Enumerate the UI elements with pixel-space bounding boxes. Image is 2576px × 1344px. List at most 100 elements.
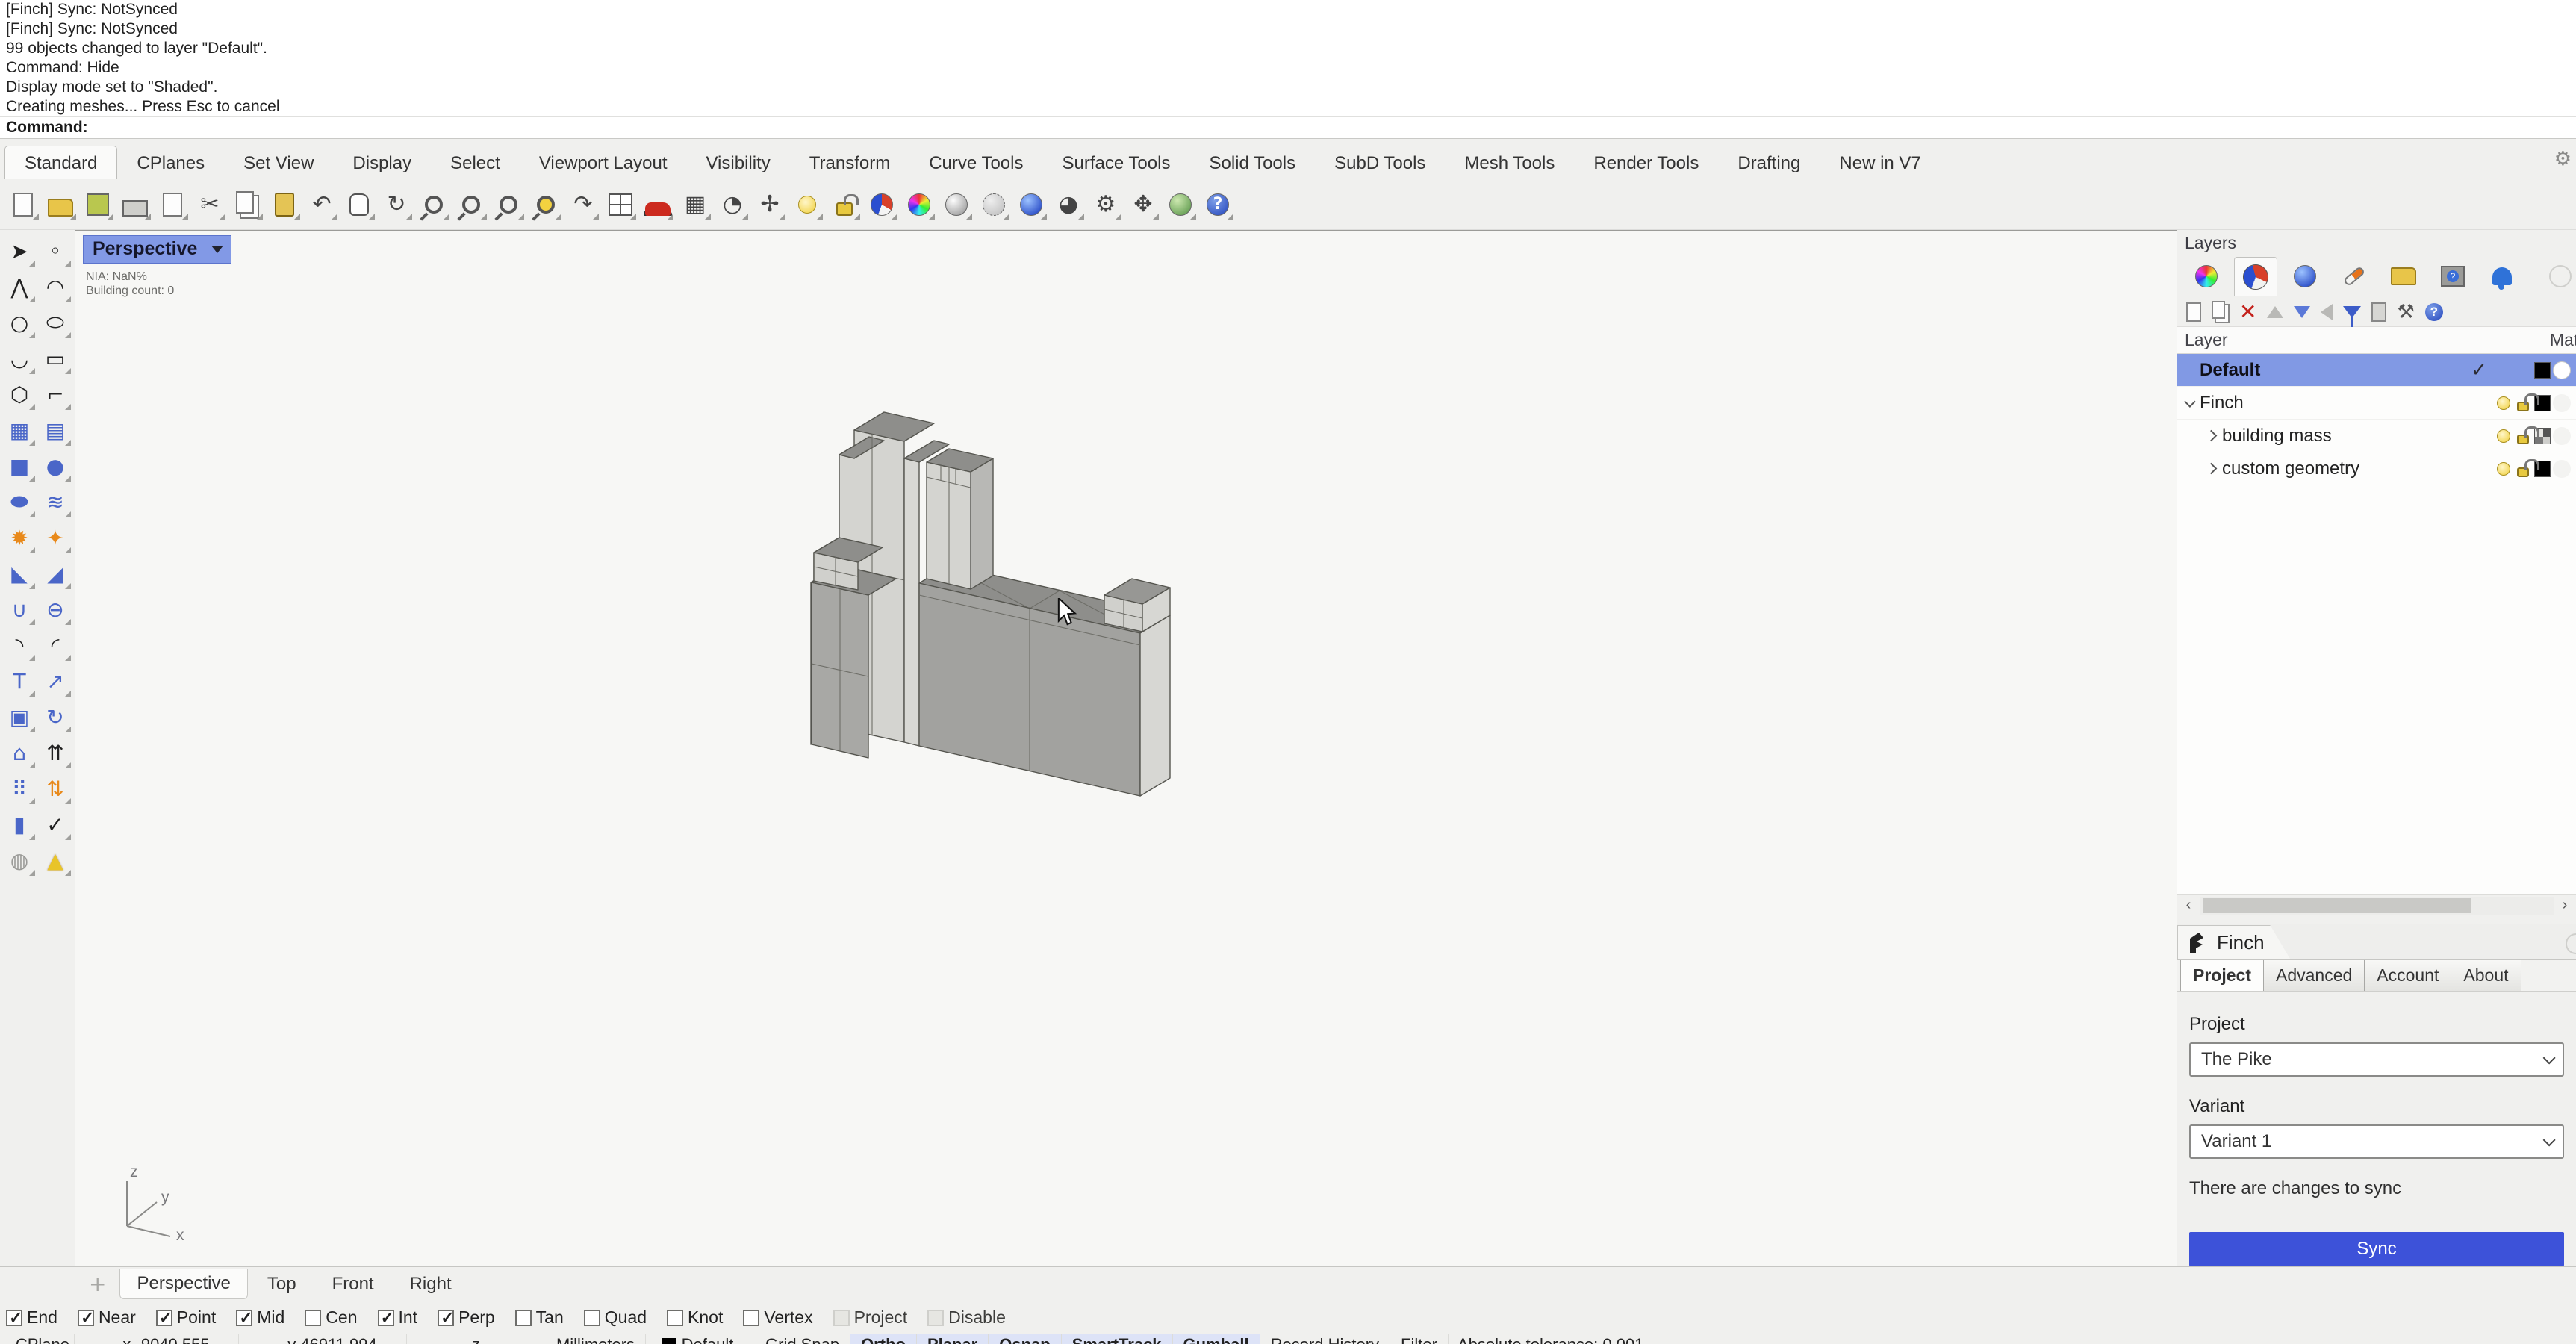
sphere-icon[interactable]: ● [37,448,73,484]
layer-row[interactable]: custom geometry [2177,452,2576,485]
osnap-toggle[interactable]: Perp [438,1307,495,1328]
osnap-checkbox[interactable] [438,1310,454,1326]
osnap-checkbox[interactable] [6,1310,22,1326]
move-left-icon[interactable] [2321,304,2333,320]
move-icon[interactable]: ↗ [37,663,73,699]
paste-page-icon[interactable] [154,186,191,223]
save-icon[interactable] [79,186,116,223]
viewport-tab[interactable]: Perspective [119,1269,247,1299]
move-down-icon[interactable] [2294,306,2310,318]
explode-icon[interactable]: ✦ [37,520,73,556]
display-color-wheel-icon[interactable] [2185,257,2228,296]
osnap-toggle[interactable]: Knot [667,1307,723,1328]
gears-icon[interactable]: ⚙ [1087,186,1124,223]
solid-house-icon[interactable]: ⌂ [1,735,37,771]
viewport-tab[interactable]: Right [393,1269,468,1299]
toolbar-tab[interactable]: Surface Tools [1042,146,1189,179]
array-linear-icon[interactable]: ⇅ [37,771,73,806]
zoom-dynamic-icon[interactable] [415,186,452,223]
status-cell[interactable]: z [407,1334,526,1344]
osnap-toggle[interactable]: Point [156,1307,216,1328]
rotate-icon[interactable]: ↻ [37,699,73,735]
layer-lock-icon[interactable] [2513,395,2533,411]
deform-surface-icon[interactable]: ≋ [37,484,73,520]
help-sphere-icon[interactable]: ? [1199,186,1236,223]
osnap-toggle[interactable]: Mid [236,1307,284,1328]
toolbar-tab[interactable]: Display [333,146,431,179]
status-cell[interactable]: Default [646,1334,750,1344]
pyramid-icon[interactable]: ▲ [37,842,73,878]
scroll-right-arrow[interactable]: › [2554,897,2576,914]
layer-material-swatch[interactable] [2552,460,2572,478]
status-toggle[interactable]: Grid Snap [755,1334,850,1344]
command-prompt[interactable]: Command: [0,116,2576,137]
toolbar-tab[interactable]: New in V7 [1820,146,1940,179]
osnap-checkbox[interactable] [833,1310,850,1326]
status-cell[interactable]: CPlane [0,1334,75,1344]
osnap-toggle[interactable]: Vertex [743,1307,812,1328]
finch-settings-gear-icon[interactable] [2566,933,2576,954]
rounded-corner-icon[interactable]: ⌐ [37,376,73,412]
osnap-checkbox[interactable] [584,1310,600,1326]
gray-sphere-icon[interactable] [938,186,975,223]
layer-cake-icon[interactable]: ◕ [1050,186,1087,223]
notifications-bell-icon[interactable] [2480,257,2524,296]
fillet-edge-icon[interactable]: ◣ [1,556,37,591]
osnap-toggle[interactable]: Disable [927,1307,1006,1328]
add-viewport-icon[interactable]: + [78,1272,116,1296]
surface-grid-icon[interactable]: ▦ [1,412,37,448]
blue-sphere-icon[interactable] [1012,186,1050,223]
undo-view-icon[interactable]: ↷ [564,186,602,223]
layer-expander[interactable] [2200,460,2222,477]
gear-icon[interactable]: ⚙ [2554,148,2572,170]
viewport-tab[interactable]: Top [251,1269,313,1299]
array-icon[interactable]: ⠿ [1,771,37,806]
orient-icon[interactable]: ▮ [1,806,37,842]
layer-visibility-bulb-icon[interactable] [2494,429,2513,443]
toolbar-tab[interactable]: CPlanes [117,146,224,179]
layer-visibility-bulb-icon[interactable] [2494,462,2513,476]
gear-star-icon[interactable]: ✹ [1,520,37,556]
chamfer-edge-icon[interactable]: ◢ [37,556,73,591]
zoom-extents-icon[interactable] [527,186,564,223]
building-model[interactable] [792,411,1315,934]
layer-visibility-bulb-icon[interactable] [2494,396,2513,410]
red-car-icon[interactable] [639,186,676,223]
ghosted-sphere-icon[interactable] [975,186,1012,223]
calligraphy-pen-icon[interactable] [2333,257,2376,296]
folder-icon[interactable] [2382,257,2425,296]
lock-icon[interactable] [826,186,863,223]
status-cell[interactable]: Millimeters [526,1334,646,1344]
toolbar-tab[interactable]: Select [431,146,520,179]
earth-icon[interactable] [1162,186,1199,223]
gumball-axes-icon[interactable]: ✥ [1124,186,1162,223]
open-folder-icon[interactable] [42,186,79,223]
layers-cake-icon[interactable] [2234,257,2277,296]
cut-scissors-icon[interactable]: ✂ [191,186,228,223]
layer-material-swatch[interactable] [2552,394,2572,412]
osnap-toggle[interactable]: Near [78,1307,136,1328]
status-toggle[interactable]: Ortho [850,1334,917,1344]
osnap-toggle[interactable]: Quad [584,1307,647,1328]
filter-funnel-icon[interactable] [2343,306,2361,318]
delete-layer-icon[interactable]: ✕ [2239,299,2256,324]
print-icon[interactable] [116,186,154,223]
toolbar-tab[interactable]: Transform [790,146,909,179]
finch-panel-tab[interactable]: Finch [2177,925,2291,959]
finch-subtab[interactable]: Advanced [2263,959,2365,991]
layer-expander[interactable] [2177,394,2200,411]
toolbar-tab[interactable]: Render Tools [1574,146,1718,179]
osnap-checkbox[interactable] [515,1310,532,1326]
scroll-left-arrow[interactable]: ‹ [2177,897,2200,914]
curve-through-points-icon[interactable]: ◠ [37,269,73,305]
status-cell[interactable]: x -9040.555 [75,1334,239,1344]
layer-color-swatch[interactable] [2533,362,2552,379]
viewport-tab[interactable]: Front [316,1269,391,1299]
extrude-icon[interactable]: ⇈ [37,735,73,771]
osnap-checkbox[interactable] [305,1310,321,1326]
render-sphere-icon[interactable] [2283,257,2327,296]
help-window-icon[interactable]: ? [2431,257,2474,296]
osnap-checkbox[interactable] [156,1310,172,1326]
boolean-union-icon[interactable]: ∪ [1,591,37,627]
perspective-viewport[interactable]: Perspective NIA: NaN%Building count: 0 [75,230,2177,1266]
